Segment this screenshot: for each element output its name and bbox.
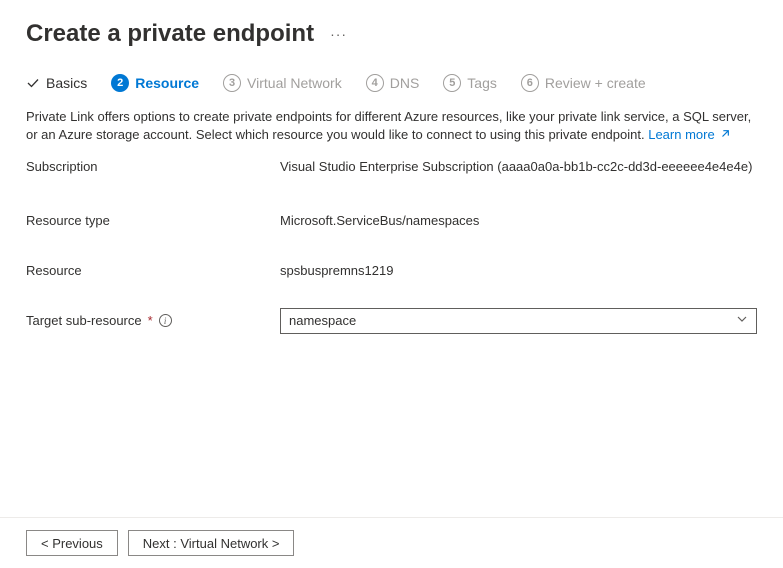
- resource-type-value: Microsoft.ServiceBus/namespaces: [280, 213, 757, 228]
- tab-number-icon: 6: [521, 74, 539, 92]
- tab-number-icon: 2: [111, 74, 129, 92]
- tab-label: Basics: [46, 75, 87, 91]
- select-value: namespace: [289, 313, 356, 328]
- tab-number-icon: 3: [223, 74, 241, 92]
- page-title: Create a private endpoint: [26, 20, 314, 48]
- target-sub-resource-label: Target sub-resource * i: [26, 313, 280, 328]
- chevron-down-icon: [736, 313, 748, 328]
- resource-type-label: Resource type: [26, 213, 280, 228]
- tab-label: Review + create: [545, 75, 646, 91]
- target-sub-resource-select[interactable]: namespace: [280, 308, 757, 334]
- resource-value: spsbuspremns1219: [280, 263, 757, 278]
- tab-label: Resource: [135, 75, 199, 91]
- tab-label: Virtual Network: [247, 75, 342, 91]
- tab-resource[interactable]: 2 Resource: [111, 74, 199, 92]
- tab-number-icon: 4: [366, 74, 384, 92]
- info-icon[interactable]: i: [159, 314, 172, 327]
- subscription-label: Subscription: [26, 159, 280, 174]
- resource-label: Resource: [26, 263, 280, 278]
- tab-virtual-network[interactable]: 3 Virtual Network: [223, 74, 342, 92]
- tab-dns[interactable]: 4 DNS: [366, 74, 420, 92]
- more-actions-icon[interactable]: ···: [330, 26, 347, 42]
- learn-more-link[interactable]: Learn more: [648, 127, 714, 142]
- tab-number-icon: 5: [443, 74, 461, 92]
- previous-button[interactable]: < Previous: [26, 530, 118, 556]
- tab-label: DNS: [390, 75, 420, 91]
- next-button[interactable]: Next : Virtual Network >: [128, 530, 295, 556]
- description-text: Private Link offers options to create pr…: [26, 109, 751, 142]
- checkmark-icon: [26, 76, 40, 90]
- wizard-footer: < Previous Next : Virtual Network >: [0, 517, 783, 568]
- tab-label: Tags: [467, 75, 497, 91]
- tab-description: Private Link offers options to create pr…: [0, 104, 783, 149]
- tab-basics[interactable]: Basics: [26, 75, 87, 91]
- subscription-value: Visual Studio Enterprise Subscription (a…: [280, 159, 757, 174]
- required-asterisk: *: [148, 313, 153, 328]
- tab-tags[interactable]: 5 Tags: [443, 74, 497, 92]
- external-link-icon: [717, 130, 730, 142]
- tab-review-create[interactable]: 6 Review + create: [521, 74, 646, 92]
- wizard-tabs: Basics 2 Resource 3 Virtual Network 4 DN…: [0, 56, 783, 104]
